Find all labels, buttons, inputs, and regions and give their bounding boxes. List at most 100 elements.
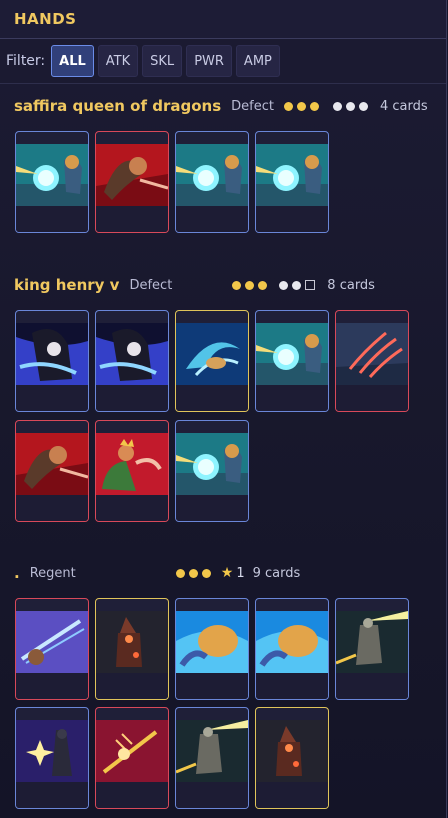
card-count: 4 cards [379, 98, 428, 114]
card-footer [256, 206, 328, 232]
card-footer [176, 495, 248, 521]
card-lightning-punch[interactable] [255, 310, 329, 412]
red-fist-strike-icon [96, 144, 168, 206]
card-lightning-punch[interactable] [175, 420, 249, 522]
dark-wizard-icon [256, 720, 328, 782]
card-armored-beam[interactable] [335, 598, 409, 700]
card-lightning-punch[interactable] [15, 131, 89, 233]
filter-label: Filter: [6, 53, 46, 69]
player-name: saffira queen of dragons [14, 97, 222, 115]
dot-empty-icon [292, 280, 302, 290]
card-footer [256, 782, 328, 808]
card-dark-wizard[interactable] [95, 598, 169, 700]
card-footer [16, 782, 88, 808]
card-golden-boulder[interactable] [175, 598, 249, 700]
card-thrown-sword[interactable] [95, 707, 169, 809]
card-footer [96, 782, 168, 808]
dot-filled-icon [309, 101, 319, 111]
hands-panel: HANDS Filter: ALL ATK SKL PWR AMP saffir… [0, 0, 447, 818]
dot-empty-icon [345, 101, 355, 111]
armored-beam-icon [176, 720, 248, 782]
card-footer [16, 385, 88, 411]
filter-pwr-button[interactable]: PWR [186, 45, 232, 77]
energy-dots [232, 280, 319, 290]
card-hooded-caster[interactable] [95, 310, 169, 412]
golden-boulder-icon [256, 611, 328, 673]
card-footer [256, 385, 328, 411]
card-lightning-punch[interactable] [175, 131, 249, 233]
card-footer [96, 385, 168, 411]
card-water-swirl[interactable] [175, 310, 249, 412]
card-red-fist-strike[interactable] [95, 131, 169, 233]
card-sword-slash[interactable] [15, 598, 89, 700]
dot-filled-icon [283, 101, 293, 111]
filter-bar: Filter: ALL ATK SKL PWR AMP [0, 39, 446, 84]
dot-empty-icon [279, 280, 289, 290]
card-dark-wizard[interactable] [255, 707, 329, 809]
card-footer [16, 673, 88, 699]
card-count: 8 cards [327, 277, 375, 293]
armored-beam-icon [336, 611, 408, 673]
filter-all-button[interactable]: ALL [51, 45, 94, 77]
card-armored-beam[interactable] [175, 707, 249, 809]
card-footer [96, 206, 168, 232]
dot-empty-icon [332, 101, 342, 111]
player-class: Defect [129, 277, 173, 293]
golden-boulder-icon [176, 611, 248, 673]
sword-slash-icon [16, 611, 88, 673]
card-footer [96, 495, 168, 521]
card-footer [336, 385, 408, 411]
card-count: 9 cards [252, 565, 301, 581]
dot-empty-icon [358, 101, 368, 111]
card-lightning-punch[interactable] [255, 131, 329, 233]
filter-amp-button[interactable]: AMP [235, 45, 280, 77]
lightning-punch-icon [16, 144, 88, 206]
card-footer [176, 782, 248, 808]
red-fist-strike-icon [16, 433, 88, 495]
lightning-punch-icon [176, 144, 248, 206]
dot-filled-icon [232, 280, 242, 290]
water-swirl-icon [176, 323, 248, 385]
player-name: . [14, 564, 20, 582]
lightning-punch-icon [256, 144, 328, 206]
card-hooded-caster[interactable] [15, 310, 89, 412]
filter-skl-button[interactable]: SKL [142, 45, 183, 77]
panel-header: HANDS [0, 0, 446, 39]
star-count: 1 [236, 565, 245, 581]
player-name: king henry v [14, 276, 120, 294]
thrown-sword-icon [96, 720, 168, 782]
dot-filled-icon [245, 280, 255, 290]
dot-filled-icon [296, 101, 306, 111]
dot-filled-icon [258, 280, 268, 290]
player-class: Defect [231, 98, 274, 114]
card-footer [336, 673, 408, 699]
card-footer [16, 206, 88, 232]
claw-marks-icon [336, 323, 408, 385]
dot-filled-icon [201, 568, 211, 578]
crowned-brawler-icon [96, 433, 168, 495]
card-footer [16, 495, 88, 521]
hooded-caster-icon [16, 323, 88, 385]
player-header-3: . Regent ★ 1 9 cards [14, 561, 300, 585]
player-header-1: saffira queen of dragons Defect 4 cards [14, 94, 428, 118]
card-footer [176, 206, 248, 232]
energy-dots [283, 101, 372, 111]
card-footer [176, 385, 248, 411]
player-class: Regent [29, 565, 76, 581]
card-red-fist-strike[interactable] [15, 420, 89, 522]
dot-filled-icon [188, 568, 198, 578]
filter-atk-button[interactable]: ATK [97, 45, 139, 77]
panel-title: HANDS [14, 10, 77, 28]
lightning-punch-icon [176, 433, 248, 495]
square-empty-icon [305, 280, 316, 290]
dark-wizard-icon [96, 611, 168, 673]
star-icon: ★ [220, 565, 234, 581]
player-header-2: king henry v Defect 8 cards [14, 273, 375, 297]
card-golden-boulder[interactable] [255, 598, 329, 700]
hooded-caster-icon [96, 323, 168, 385]
card-claw-marks[interactable] [335, 310, 409, 412]
card-footer [256, 673, 328, 699]
energy-dots [175, 568, 215, 578]
card-starburst-knight[interactable] [15, 707, 89, 809]
card-crowned-brawler[interactable] [95, 420, 169, 522]
